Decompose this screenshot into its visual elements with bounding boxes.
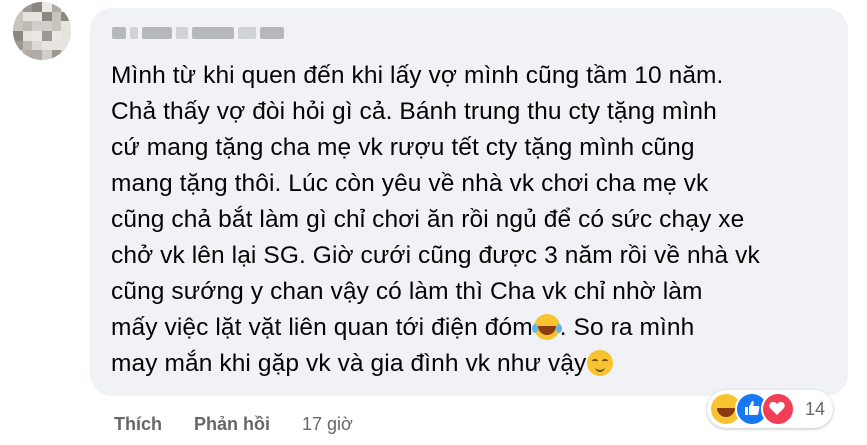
like-button[interactable]: Thích xyxy=(114,414,162,435)
comment-line: cứ mang tặng cha mẹ vk rượu tết cty tặng… xyxy=(111,134,695,161)
comment-actions: Thích Phản hồi 17 giờ xyxy=(114,410,353,438)
reaction-count: 14 xyxy=(805,398,826,419)
comment-line: chở vk lên lại SG. Giờ cưới cũng được 3 … xyxy=(111,242,760,269)
comment-line: mấy việc lặt vặt liên quan tới điện đóm xyxy=(111,314,533,341)
comment-bubble: Mình từ khi quen đến khi lấy vợ mình cũn… xyxy=(90,8,848,396)
reactions-summary[interactable]: 14 xyxy=(707,390,834,428)
comment-text: Mình từ khi quen đến khi lấy vợ mình cũn… xyxy=(111,58,836,382)
comment-line: mang tặng thôi. Lúc còn yêu về nhà vk ch… xyxy=(111,170,709,197)
comment-line: . So ra mình xyxy=(559,314,695,341)
author-name-blurred[interactable] xyxy=(112,26,284,40)
comment-line: cũng sướng y chan vậy có làm thì Cha vk … xyxy=(111,278,703,305)
comment-line: Chả thấy vợ đòi hỏi gì cả. Bánh trung th… xyxy=(111,98,717,125)
relieved-face-emoji-icon xyxy=(587,350,614,376)
laughing-crying-emoji-icon xyxy=(531,314,560,340)
comment-line: may mắn khi gặp vk và gia đình vk như vậ… xyxy=(111,350,587,377)
love-reaction-icon xyxy=(761,392,795,426)
avatar[interactable] xyxy=(13,2,71,60)
reply-button[interactable]: Phản hồi xyxy=(194,414,270,435)
timestamp[interactable]: 17 giờ xyxy=(302,414,353,435)
comment-line: Mình từ khi quen đến khi lấy vợ mình cũn… xyxy=(111,62,724,89)
comment-line: cũng chả bắt làm gì chỉ chơi ăn rồi ngủ … xyxy=(111,206,745,233)
